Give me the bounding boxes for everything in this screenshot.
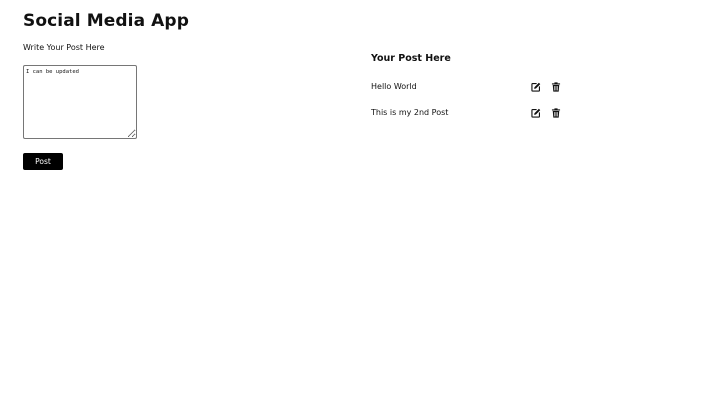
post-item: This is my 2nd Post	[371, 104, 566, 130]
trash-icon	[551, 82, 561, 92]
page: Social Media App Write Your Post Here I …	[0, 0, 720, 405]
posts-heading: Your Post Here	[371, 53, 451, 64]
delete-post-button[interactable]	[550, 107, 562, 119]
post-item: Hello World	[371, 78, 566, 104]
edit-icon	[531, 108, 541, 118]
edit-icon	[531, 82, 541, 92]
trash-icon	[551, 108, 561, 118]
post-textarea[interactable]: I can be updated	[23, 65, 137, 139]
app-title: Social Media App	[23, 11, 189, 31]
post-button[interactable]: Post	[23, 153, 63, 170]
post-list: Hello World This is my 2nd Post	[371, 78, 566, 130]
post-text: This is my 2nd Post	[371, 108, 449, 117]
edit-post-button[interactable]	[530, 107, 542, 119]
delete-post-button[interactable]	[550, 81, 562, 93]
compose-label: Write Your Post Here	[23, 43, 105, 52]
post-text: Hello World	[371, 82, 417, 91]
edit-post-button[interactable]	[530, 81, 542, 93]
